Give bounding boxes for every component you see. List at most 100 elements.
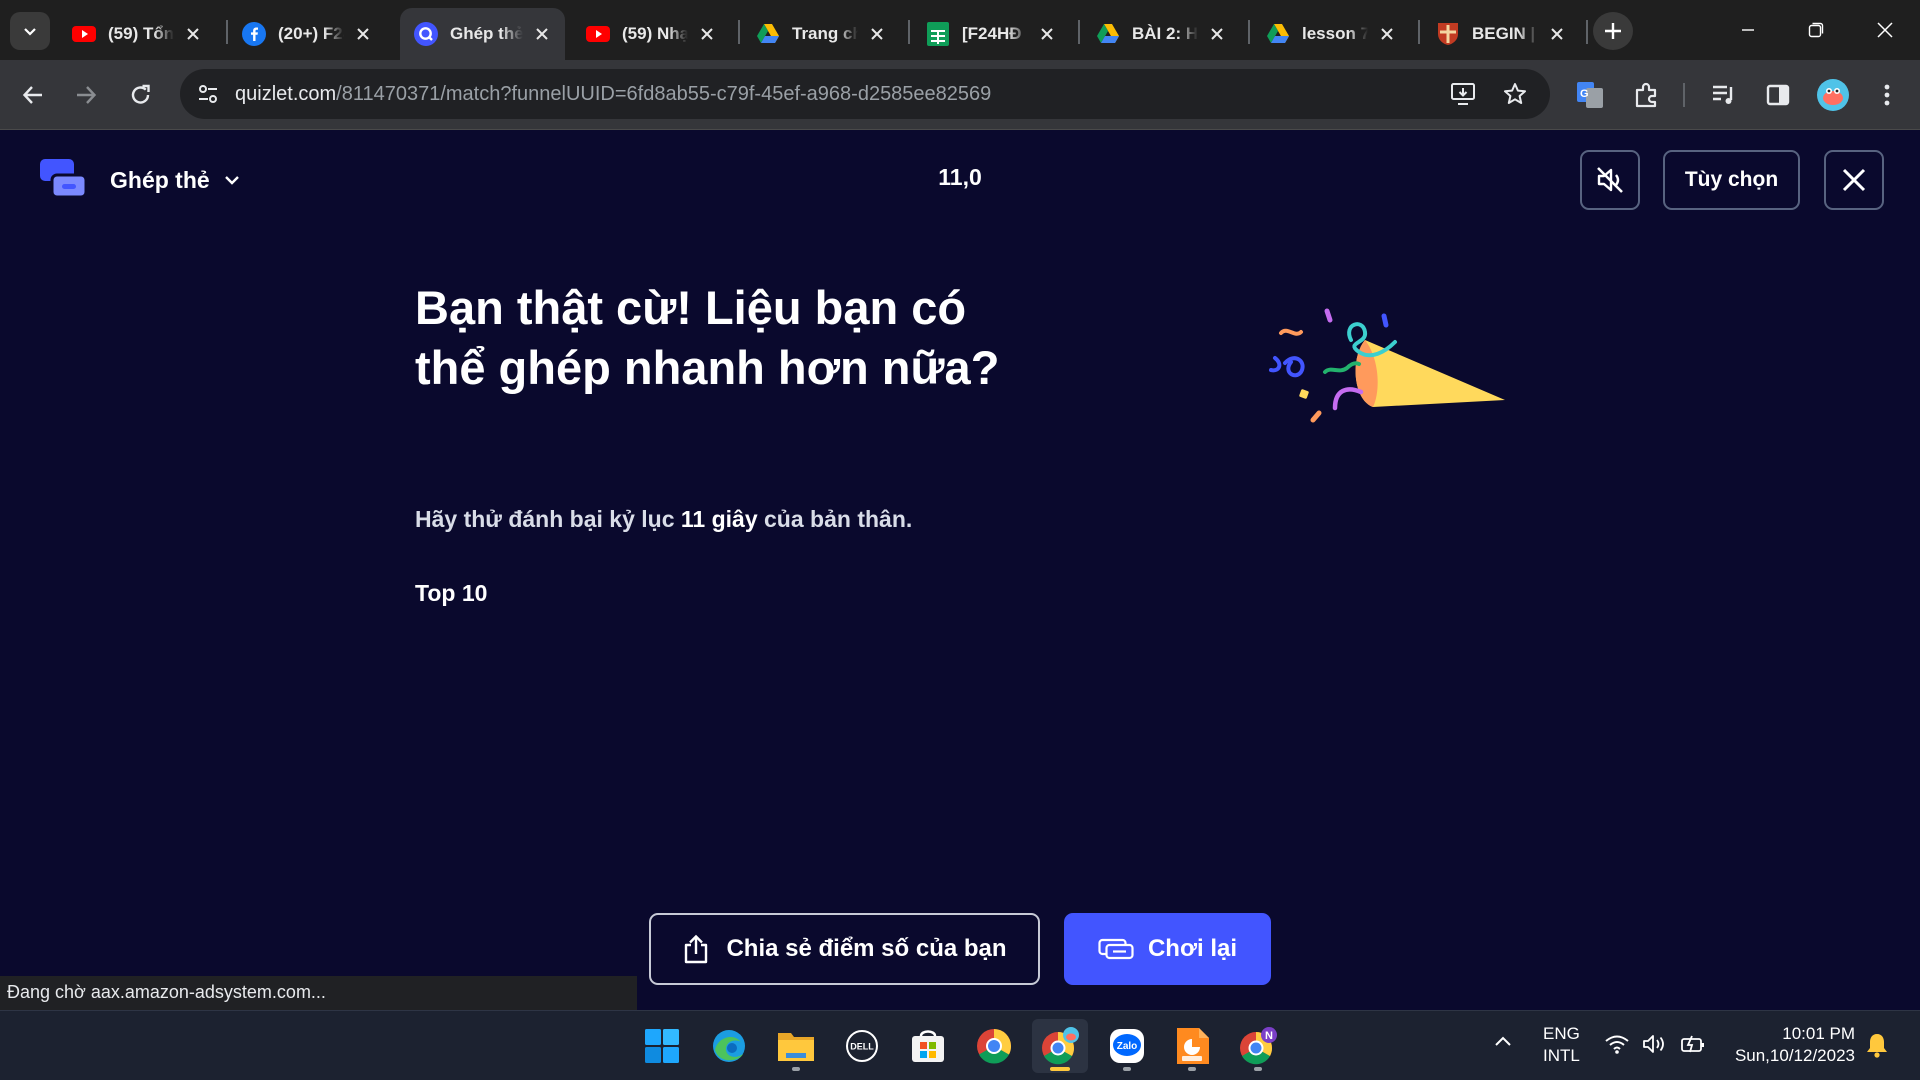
close-tab-icon[interactable] — [1546, 23, 1568, 45]
share-score-button[interactable]: Chia sẻ điểm số của bạn — [649, 913, 1040, 985]
edge-icon — [713, 1030, 745, 1062]
youtube-icon — [72, 22, 96, 46]
restore-button[interactable] — [1793, 10, 1839, 50]
mute-button[interactable] — [1580, 150, 1640, 210]
running-indicator — [792, 1067, 800, 1071]
reload-button[interactable] — [121, 75, 161, 115]
close-tab-icon[interactable] — [696, 23, 718, 45]
minimize-button[interactable] — [1725, 10, 1771, 50]
windows-start-icon — [645, 1029, 679, 1063]
taskbar-dell[interactable]: DELL — [834, 1019, 890, 1073]
volume-muted-icon — [1597, 167, 1623, 193]
google-drive-icon — [1096, 22, 1120, 46]
browser-tab[interactable]: BÀI 2: H — [1082, 8, 1240, 60]
new-tab-button[interactable] — [1593, 12, 1633, 50]
tab-title: [F24HĐ — [962, 24, 1022, 43]
notifications-button[interactable] — [1866, 1032, 1888, 1063]
taskbar-chrome-n[interactable]: N — [1230, 1019, 1286, 1073]
url-path: /811470371/match?funnelUUID=6fd8ab55-c79… — [336, 83, 992, 105]
install-app-icon[interactable] — [1448, 79, 1478, 109]
tab-separator — [1418, 20, 1420, 44]
browser-tab[interactable]: (59) Tổng — [58, 8, 216, 60]
taskbar-microsoft-store[interactable] — [900, 1019, 956, 1073]
extensions-puzzle-icon[interactable] — [1630, 78, 1664, 112]
taskbar-pdf-app[interactable] — [1164, 1019, 1220, 1073]
clock-button[interactable]: 10:01 PM Sun,10/12/2023 — [1727, 1023, 1855, 1067]
chevron-down-icon — [24, 28, 36, 36]
chrome-n-icon: N — [1240, 1027, 1277, 1065]
close-tab-icon[interactable] — [1036, 23, 1058, 45]
google-translate-icon[interactable]: G — [1573, 78, 1607, 112]
browser-menu-icon[interactable] — [1870, 78, 1904, 112]
chrome-profile-badge: N — [1265, 1030, 1273, 1042]
close-tab-icon[interactable] — [1376, 23, 1398, 45]
quick-settings-button[interactable] — [1604, 1033, 1706, 1055]
close-tab-icon[interactable] — [866, 23, 888, 45]
site-info-icon[interactable] — [192, 78, 224, 110]
file-explorer-icon — [778, 1033, 814, 1061]
pdf-app-icon — [1177, 1028, 1209, 1064]
close-tab-icon[interactable] — [531, 23, 553, 45]
close-icon — [1877, 22, 1893, 38]
taskbar-chrome[interactable] — [966, 1019, 1022, 1073]
quizlet-match-results: Ghép thẻ 11,0 Tùy chọn Bạn thật cừ! Liệu… — [0, 130, 1920, 1010]
close-window-button[interactable] — [1862, 10, 1908, 50]
play-again-button[interactable]: Chơi lại — [1064, 913, 1271, 985]
zalo-logo-text: Zalo — [1117, 1041, 1138, 1052]
windows-start-button[interactable] — [634, 1019, 690, 1073]
browser-tab[interactable]: (20+) F24 — [228, 8, 386, 60]
record-message-suffix: của bản thân. — [757, 506, 913, 532]
browser-tab-active[interactable]: Ghép thẻ — [400, 8, 565, 60]
tab-separator — [1586, 20, 1588, 44]
results-headline: Bạn thật cừ! Liệu bạn có thể ghép nhanh … — [415, 281, 1000, 394]
browser-tab[interactable]: Trang chủ — [742, 8, 900, 60]
tab-title: (59) Nhạc — [622, 24, 688, 43]
bookmark-star-icon[interactable] — [1500, 79, 1530, 109]
share-score-label: Chia sẻ điểm số của bạn — [726, 935, 1007, 962]
address-bar[interactable]: quizlet.com/811470371/match?funnelUUID=6… — [180, 69, 1550, 119]
taskbar-file-explorer[interactable] — [768, 1019, 824, 1073]
taskbar-zalo[interactable]: Zalo — [1099, 1019, 1155, 1073]
wifi-icon — [1605, 1035, 1629, 1054]
tab-title: Trang chủ — [792, 24, 858, 43]
windows-taskbar: DELL Zalo N ENG INTL 10:01 PM Sun,10/12/… — [0, 1010, 1920, 1080]
tab-title: BÀI 2: H — [1132, 24, 1198, 43]
bell-icon — [1867, 1034, 1887, 1058]
record-time: 11 giây — [680, 506, 758, 532]
media-controls-icon[interactable] — [1707, 78, 1741, 112]
browser-tab[interactable]: BEGIN | — [1422, 8, 1580, 60]
clock-date: Sun,10/12/2023 — [1734, 1046, 1855, 1065]
party-popper-icon — [1269, 308, 1505, 423]
close-icon — [1842, 168, 1866, 192]
clock-time: 10:01 PM — [1782, 1024, 1855, 1043]
facebook-icon — [242, 22, 266, 46]
input-language-indicator[interactable]: ENG INTL — [1543, 1023, 1580, 1067]
study-mode-dropdown[interactable]: Ghép thẻ — [110, 163, 240, 197]
browser-toolbar: quizlet.com/811470371/match?funnelUUID=6… — [0, 60, 1920, 130]
microsoft-store-icon — [912, 1030, 944, 1062]
taskbar-chrome-profile[interactable] — [1032, 1019, 1088, 1073]
forward-button[interactable] — [66, 75, 106, 115]
plus-icon — [1605, 23, 1621, 39]
chrome-profile-icon — [1042, 1027, 1079, 1065]
close-button[interactable] — [1824, 150, 1884, 210]
browser-tab[interactable]: lesson 7 — [1252, 8, 1410, 60]
browser-tab[interactable]: (59) Nhạc — [572, 8, 730, 60]
study-mode-label: Ghép thẻ — [110, 166, 210, 193]
dell-logo-text: DELL — [850, 1042, 874, 1052]
play-again-label: Chơi lại — [1147, 935, 1238, 962]
browser-tab[interactable]: [F24HĐ — [912, 8, 1070, 60]
taskbar-edge[interactable] — [701, 1019, 757, 1073]
keyboard-layout: INTL — [1543, 1046, 1580, 1065]
tab-title: (20+) F24 — [278, 24, 344, 43]
back-button[interactable] — [13, 75, 53, 115]
options-button[interactable]: Tùy chọn — [1663, 150, 1800, 210]
profile-avatar[interactable] — [1816, 78, 1850, 112]
side-panel-icon[interactable] — [1761, 78, 1795, 112]
tab-search-button[interactable] — [10, 12, 50, 50]
close-tab-icon[interactable] — [182, 23, 204, 45]
chevron-down-icon — [224, 176, 239, 185]
close-tab-icon[interactable] — [352, 23, 374, 45]
close-tab-icon[interactable] — [1206, 23, 1228, 45]
show-hidden-icons-button[interactable] — [1494, 1033, 1512, 1053]
